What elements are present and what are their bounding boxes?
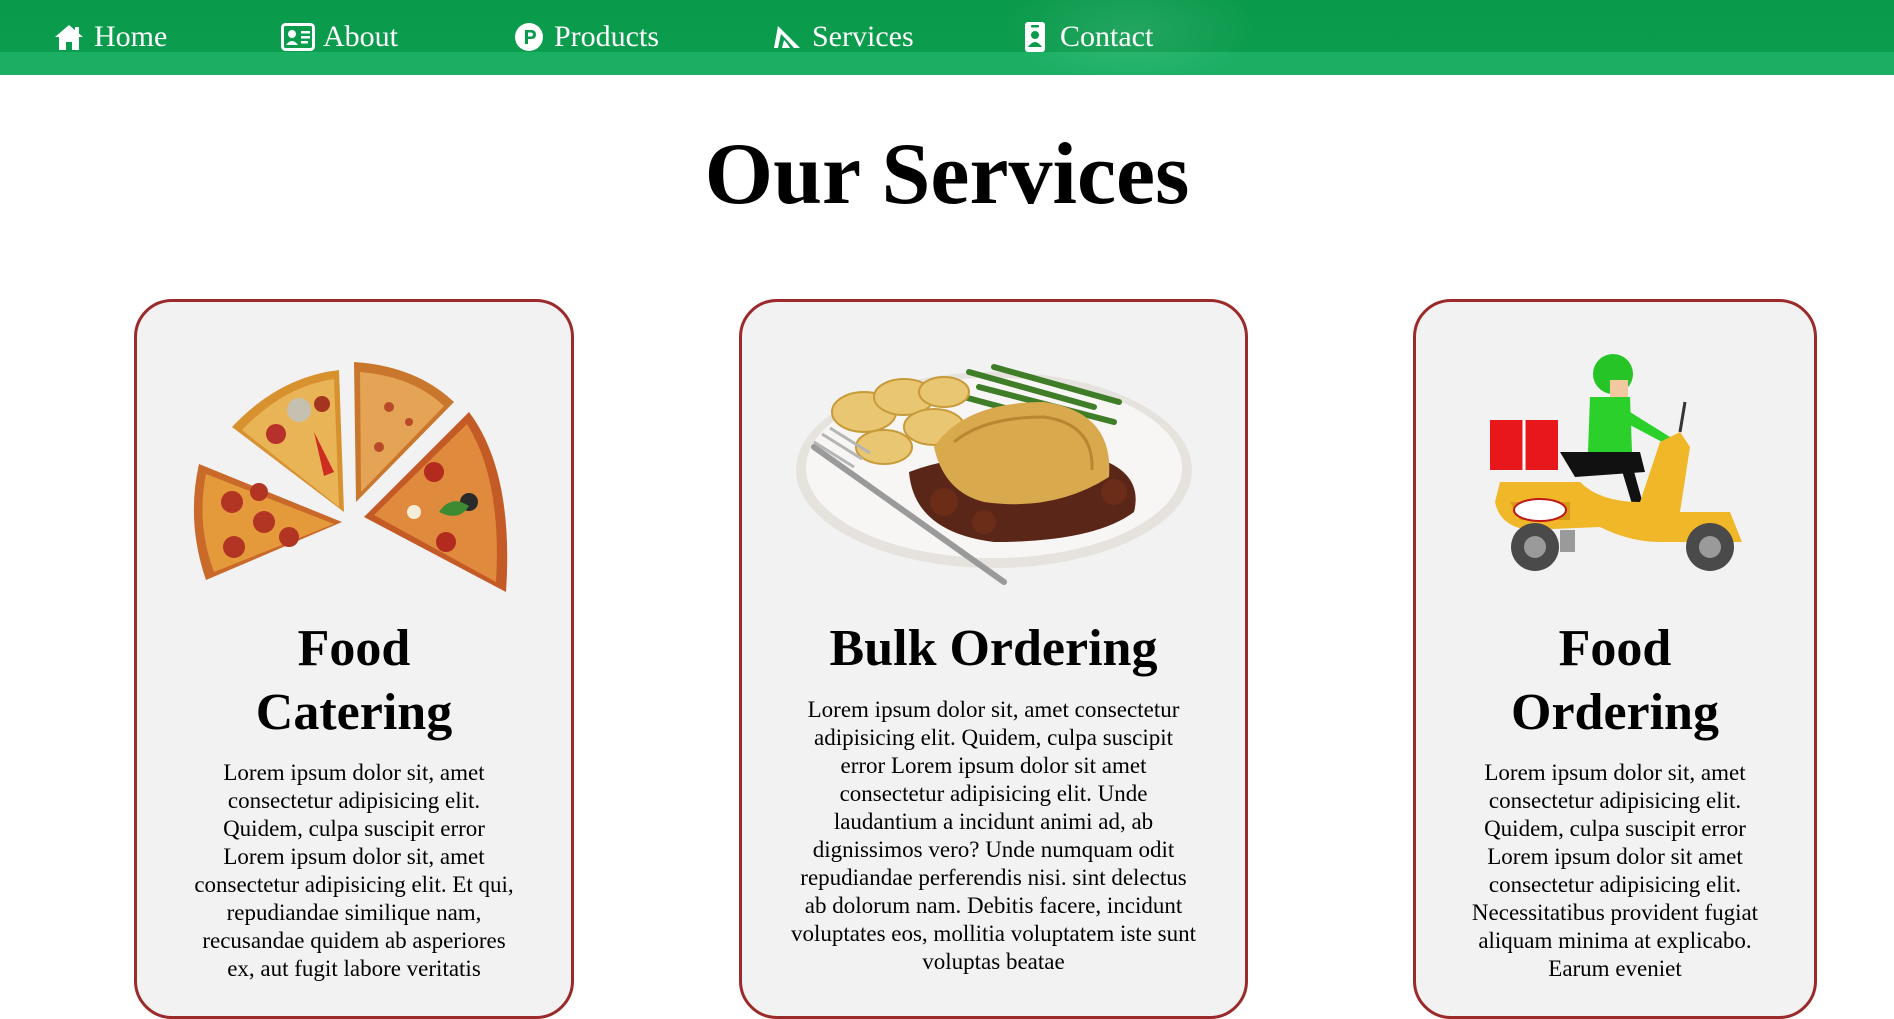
delivery-scooter-image (1480, 352, 1750, 597)
nav-about-label: About (323, 20, 398, 53)
page-title: Our Services (704, 126, 1190, 223)
contact-badge-icon (1018, 20, 1052, 54)
nav-contact-link[interactable]: Contact (1018, 17, 1153, 57)
id-card-icon (281, 20, 315, 54)
pizza-slices-image (184, 352, 524, 597)
nav-home-link[interactable]: Home (52, 17, 167, 57)
service-card-food-catering: Food Catering Lorem ipsum dolor sit, ame… (134, 299, 574, 1019)
card-description: Lorem ipsum dolor sit, amet consectetur … (790, 697, 1196, 974)
card-title: Food Catering (255, 620, 453, 741)
card-description: Lorem ipsum dolor sit, amet consectetur … (1471, 760, 1759, 981)
service-card-bulk-ordering: Bulk Ordering Lorem ipsum dolor sit, ame… (739, 299, 1248, 1019)
meal-plate-image (794, 352, 1194, 597)
nav-products-label: Products (554, 20, 659, 53)
service-card-food-ordering: Food Ordering Lorem ipsum dolor sit, ame… (1413, 299, 1817, 1019)
card-title: Bulk Ordering (829, 620, 1158, 677)
nav-home-label: Home (94, 20, 168, 53)
card-description: Lorem ipsum dolor sit, amet consectetur … (194, 760, 514, 981)
nav-about-link[interactable]: About (281, 17, 398, 57)
p-circle-icon (512, 20, 546, 54)
nav-products-link[interactable]: Products (512, 17, 659, 57)
card-title: Food Ordering (1511, 620, 1719, 741)
home-icon (52, 20, 86, 54)
nav-services-label: Services (812, 20, 914, 53)
nav-services-link[interactable]: Services (770, 17, 914, 57)
nav-contact-label: Contact (1060, 20, 1154, 53)
services-icon (770, 20, 804, 54)
top-navbar: Home About Products Services Contact (0, 0, 1894, 75)
